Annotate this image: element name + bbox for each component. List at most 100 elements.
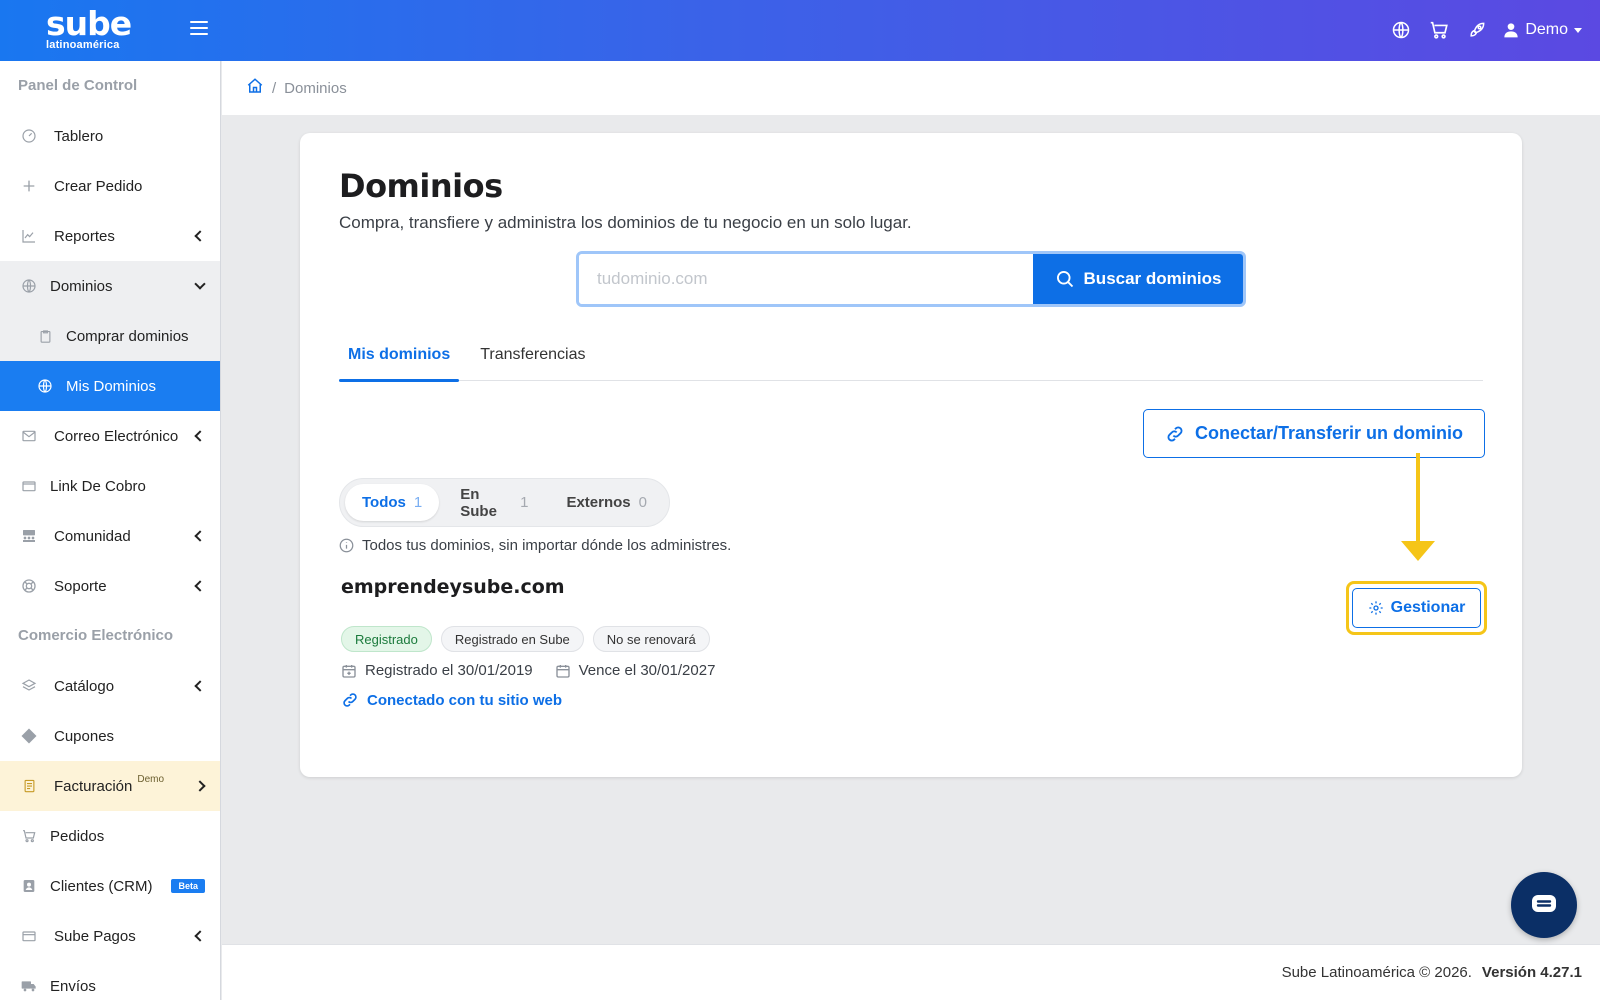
sidebar-item-mis-dominios[interactable]: Mis Dominios bbox=[0, 361, 220, 411]
sidebar-section-title: Panel de Control bbox=[18, 77, 138, 94]
sidebar-item-label: Comunidad bbox=[54, 527, 131, 545]
credit-card-icon bbox=[20, 927, 38, 945]
contact-card-icon bbox=[20, 877, 38, 895]
footer: Sube Latinoamérica © 2026. Versión 4.27.… bbox=[222, 944, 1600, 1000]
plus-icon bbox=[20, 177, 38, 195]
chat-icon bbox=[1532, 895, 1556, 912]
search-domains-button[interactable]: Buscar dominios bbox=[1033, 254, 1243, 304]
highlight-arrow-head bbox=[1401, 541, 1435, 561]
renewal-badge: No se renovará bbox=[592, 626, 710, 652]
dashboard-icon bbox=[20, 127, 38, 145]
sidebar-item-facturacion[interactable]: Facturación Demo bbox=[0, 761, 220, 811]
menu-toggle-icon[interactable] bbox=[190, 21, 208, 39]
user-menu[interactable]: Demo bbox=[1503, 21, 1582, 39]
filter-en-sube[interactable]: En Sube 1 bbox=[443, 484, 545, 521]
cart-icon[interactable] bbox=[1427, 18, 1451, 42]
rocket-icon[interactable] bbox=[1465, 18, 1489, 42]
ticket-icon bbox=[20, 727, 38, 745]
chevron-down-icon bbox=[194, 278, 206, 290]
sidebar-item-reportes[interactable]: Reportes bbox=[0, 211, 220, 261]
globe-icon bbox=[20, 277, 38, 295]
clipboard-icon bbox=[36, 327, 54, 345]
footer-copyright: Sube Latinoamérica © 2026. bbox=[1281, 964, 1472, 981]
header-actions: Demo bbox=[1389, 16, 1582, 44]
calendar-icon bbox=[555, 664, 570, 678]
sidebar-item-label: Clientes (CRM) bbox=[50, 877, 153, 895]
chat-button[interactable] bbox=[1511, 872, 1577, 938]
search-domains-label: Buscar dominios bbox=[1083, 269, 1222, 288]
domain-name: emprendeysube.com bbox=[341, 576, 565, 598]
sidebar-item-label: Mis Dominios bbox=[66, 377, 157, 395]
filter-count: 1 bbox=[520, 494, 529, 511]
sidebar: Panel de Control Tablero Crear Pedido Re… bbox=[0, 61, 221, 1000]
user-name: Demo bbox=[1525, 21, 1568, 38]
chevron-left-icon bbox=[194, 530, 206, 542]
sidebar-item-cupones[interactable]: Cupones bbox=[0, 711, 220, 761]
globe-icon[interactable] bbox=[1389, 18, 1413, 42]
domains-card: Dominios Compra, transfiere y administra… bbox=[300, 133, 1522, 777]
layers-icon bbox=[20, 677, 38, 695]
sidebar-item-clientes[interactable]: Clientes (CRM) Beta bbox=[0, 861, 220, 911]
top-bar: sube latinoamérica Demo bbox=[0, 0, 1600, 61]
domain-dates: Registrado el 30/01/2019 Vence el 30/01/… bbox=[341, 662, 715, 679]
sidebar-item-sube-pagos[interactable]: Sube Pagos bbox=[0, 911, 220, 961]
connect-transfer-label: Conectar/Transferir un dominio bbox=[1194, 423, 1464, 443]
sidebar-item-crear-pedido[interactable]: Crear Pedido bbox=[0, 161, 220, 211]
registrar-badge: Registrado en Sube bbox=[440, 626, 584, 652]
connected-website-link[interactable]: Conectado con tu sitio web bbox=[341, 691, 562, 709]
chevron-down-icon bbox=[1574, 27, 1582, 33]
breadcrumb-current: Dominios bbox=[284, 79, 347, 97]
chevron-right-icon bbox=[194, 780, 206, 792]
filter-todos[interactable]: Todos 1 bbox=[345, 484, 440, 521]
brand-logo[interactable]: sube latinoamérica bbox=[46, 6, 136, 56]
connect-transfer-domain-button[interactable]: Conectar/Transferir un dominio bbox=[1143, 409, 1485, 458]
filter-label: Externos bbox=[566, 494, 631, 511]
home-icon[interactable] bbox=[246, 77, 264, 99]
expires-text: Vence el 30/01/2027 bbox=[578, 662, 716, 679]
manage-domain-button[interactable]: Gestionar bbox=[1352, 588, 1481, 628]
sidebar-item-label: Pedidos bbox=[50, 827, 105, 845]
manage-highlight: Gestionar bbox=[1346, 581, 1487, 635]
page-title: Dominios bbox=[339, 167, 503, 205]
chevron-left-icon bbox=[194, 230, 206, 242]
sidebar-item-comprar-dominios[interactable]: Comprar dominios bbox=[0, 311, 220, 361]
demo-badge: Demo bbox=[137, 773, 165, 785]
user-icon bbox=[1504, 23, 1518, 38]
chevron-left-icon bbox=[194, 580, 206, 592]
sidebar-item-comunidad[interactable]: Comunidad bbox=[0, 511, 220, 561]
sidebar-item-envios[interactable]: Envíos bbox=[0, 961, 220, 1000]
chevron-left-icon bbox=[194, 680, 206, 692]
globe-icon bbox=[36, 377, 54, 395]
tab-transferencias[interactable]: Transferencias bbox=[471, 333, 594, 380]
sidebar-item-label: Soporte bbox=[54, 577, 107, 595]
filter-externos[interactable]: Externos 0 bbox=[549, 484, 664, 521]
filter-info: Todos tus dominios, sin importar dónde l… bbox=[339, 537, 731, 554]
registered-text: Registrado el 30/01/2019 bbox=[365, 662, 533, 679]
sidebar-item-label: Catálogo bbox=[54, 677, 115, 695]
wallet-icon bbox=[20, 477, 38, 495]
sidebar-item-link-cobro[interactable]: Link De Cobro bbox=[0, 461, 220, 511]
sidebar-item-dominios[interactable]: Dominios bbox=[0, 261, 220, 311]
filter-info-text: Todos tus dominios, sin importar dónde l… bbox=[362, 537, 732, 554]
calendar-plus-icon bbox=[342, 664, 356, 678]
sidebar-item-label: Correo Electrónico bbox=[54, 427, 179, 445]
sidebar-item-catalogo[interactable]: Catálogo bbox=[0, 661, 220, 711]
sidebar-item-label: Comprar dominios bbox=[66, 327, 189, 345]
community-icon bbox=[20, 527, 38, 545]
cart-icon bbox=[20, 827, 38, 845]
sidebar-item-soporte[interactable]: Soporte bbox=[0, 561, 220, 611]
sidebar-item-label: Crear Pedido bbox=[54, 177, 143, 195]
manage-label: Gestionar bbox=[1390, 599, 1466, 616]
tab-mis-dominios[interactable]: Mis dominios bbox=[339, 333, 460, 382]
sidebar-item-label: Cupones bbox=[54, 727, 115, 745]
sidebar-item-tablero[interactable]: Tablero bbox=[0, 111, 220, 161]
domain-badges: Registrado Registrado en Sube No se reno… bbox=[341, 626, 710, 652]
expires-date: Vence el 30/01/2027 bbox=[555, 662, 716, 679]
sidebar-item-pedidos[interactable]: Pedidos bbox=[0, 811, 220, 861]
beta-badge: Beta bbox=[171, 879, 205, 893]
domain-search-input[interactable] bbox=[579, 254, 1033, 304]
link-icon bbox=[1167, 426, 1183, 441]
sidebar-item-correo[interactable]: Correo Electrónico bbox=[0, 411, 220, 461]
receipt-icon bbox=[20, 777, 38, 795]
registered-date: Registrado el 30/01/2019 bbox=[341, 662, 533, 679]
